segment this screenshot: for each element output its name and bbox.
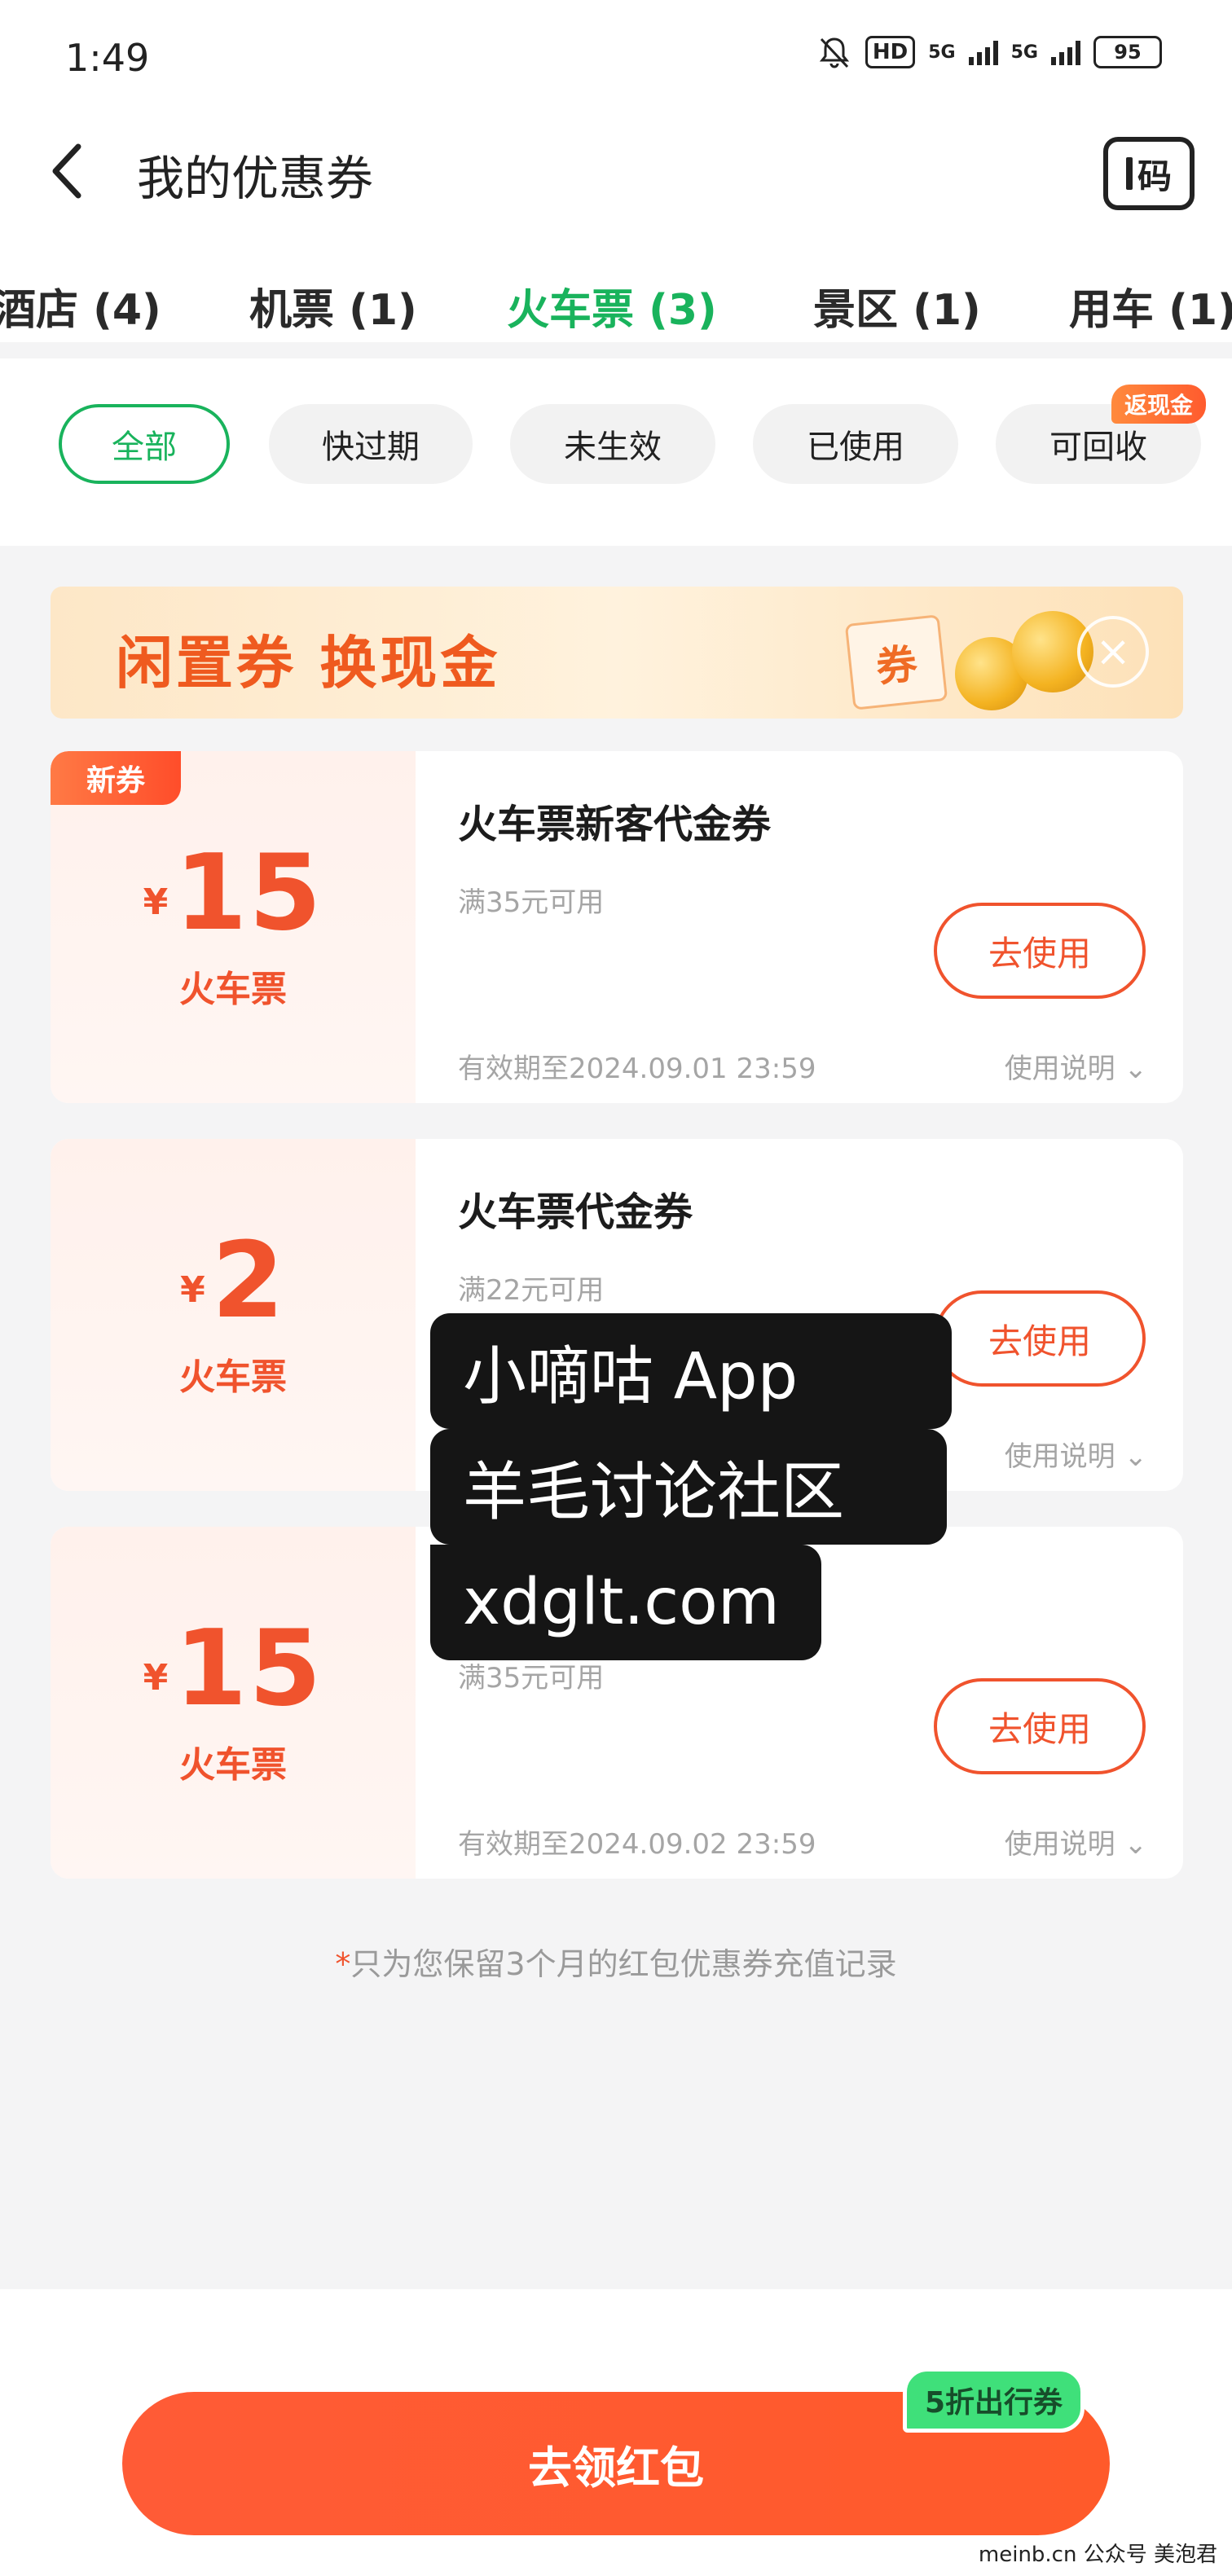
note-text: 只为您保留3个月的红包优惠券充值记录	[350, 1946, 897, 1982]
network-label-1: 5G	[928, 42, 956, 63]
coupon-type: 火车票	[179, 1356, 287, 1398]
mute-bell-icon	[819, 37, 850, 68]
coupon-name: 火车票新客代金券	[458, 802, 772, 847]
tab-hotel[interactable]: 酒店 (4)	[0, 275, 161, 336]
use-button[interactable]: 去使用	[934, 903, 1146, 999]
filter-used[interactable]: 已使用	[753, 404, 958, 484]
coupon-amount: ¥15	[51, 833, 416, 954]
filter-recyclable[interactable]: 可回收 返现金	[996, 385, 1206, 484]
new-coupon-tag: 新券	[51, 751, 181, 805]
amount-value: 15	[174, 1608, 323, 1730]
usage-info-label: 使用说明	[1004, 1440, 1115, 1473]
filter-bar: 全部 快过期 未生效 已使用 可回收 返现金	[0, 358, 1232, 546]
back-button[interactable]	[42, 138, 91, 204]
coupon-condition: 满35元可用	[458, 886, 605, 919]
cashback-badge: 返现金	[1111, 385, 1206, 424]
barcode-icon	[1125, 157, 1133, 190]
filter-not-active[interactable]: 未生效	[510, 404, 715, 484]
network-label-2: 5G	[1010, 42, 1038, 63]
watermark-line-1: 小嘀咕 App	[430, 1313, 952, 1429]
signal-icon-2	[1051, 39, 1080, 65]
watermark-overlay: 小嘀咕 App 羊毛讨论社区 xdglt.com	[430, 1313, 952, 1673]
currency-symbol: ¥	[143, 1657, 169, 1699]
banner-text: 闲置券 换现金	[116, 630, 501, 697]
hd-badge: HD	[865, 36, 916, 68]
usage-info-link[interactable]: 使用说明 ⌄	[1005, 1046, 1147, 1086]
filter-recyclable-label: 可回收	[1049, 429, 1147, 466]
page-title: 我的优惠券	[137, 151, 374, 206]
corner-watermark: meinb.cn 公众号 美泡君	[978, 2543, 1217, 2567]
chevron-down-icon: ⌄	[1124, 1440, 1148, 1473]
amount-value: 2	[211, 1220, 286, 1342]
chevron-left-icon	[52, 143, 81, 199]
usage-info-label: 使用说明	[1004, 1828, 1115, 1861]
coupon-validity: 有效期至2024.09.02 23:59	[458, 1828, 816, 1861]
coupon-name: 火车票代金券	[458, 1189, 693, 1235]
status-icons: HD 5G 5G 95	[816, 34, 1162, 70]
promo-banner[interactable]: 闲置券 换现金 券 ×	[51, 587, 1183, 719]
battery-icon: 95	[1093, 36, 1162, 68]
code-button[interactable]: 码	[1103, 137, 1195, 210]
category-tabs: 酒店 (4) 机票 (1) 火车票 (3) 景区 (1) 用车 (1)	[0, 275, 1232, 357]
tab-scenic[interactable]: 景区 (1)	[813, 275, 981, 336]
filter-expiring[interactable]: 快过期	[269, 404, 473, 484]
coupon-amount: ¥15	[51, 1608, 416, 1730]
retention-note: *只为您保留3个月的红包优惠券充值记录	[0, 1939, 1232, 1984]
usage-info-link[interactable]: 使用说明 ⌄	[1005, 1822, 1147, 1862]
note-star: *	[335, 1946, 351, 1982]
coupon-type: 火车票	[179, 969, 287, 1010]
currency-symbol: ¥	[143, 881, 169, 923]
amount-value: 15	[174, 833, 323, 954]
chevron-down-icon: ⌄	[1124, 1053, 1148, 1085]
use-button[interactable]: 去使用	[934, 1678, 1146, 1774]
use-button[interactable]: 去使用	[934, 1290, 1146, 1387]
status-time: 1:49	[65, 36, 150, 80]
watermark-line-3: xdglt.com	[430, 1545, 821, 1660]
coupon-amount: ¥2	[51, 1220, 416, 1342]
code-label: 码	[1137, 156, 1172, 196]
coupon-type: 火车票	[179, 1744, 287, 1786]
watermark-line-2: 羊毛讨论社区	[430, 1429, 947, 1545]
coupon-card: 新券 ¥15 火车票 火车票新客代金券 满35元可用 去使用 有效期至2024.…	[51, 751, 1183, 1103]
currency-symbol: ¥	[180, 1269, 205, 1311]
coupon-condition: 满22元可用	[458, 1274, 605, 1307]
discount-badge: 5折出行券	[903, 2367, 1085, 2433]
tab-flight[interactable]: 机票 (1)	[249, 275, 417, 336]
chevron-down-icon: ⌄	[1124, 1828, 1148, 1861]
filter-all[interactable]: 全部	[59, 404, 230, 484]
tab-car[interactable]: 用车 (1)	[1069, 275, 1232, 336]
close-icon[interactable]: ×	[1077, 616, 1149, 688]
ticket-icon: 券	[844, 614, 948, 710]
tab-train[interactable]: 火车票 (3)	[507, 275, 717, 336]
coupon-validity: 有效期至2024.09.01 23:59	[458, 1053, 816, 1085]
signal-icon	[968, 39, 998, 65]
usage-info-link[interactable]: 使用说明 ⌄	[1005, 1434, 1147, 1474]
usage-info-label: 使用说明	[1004, 1053, 1115, 1085]
